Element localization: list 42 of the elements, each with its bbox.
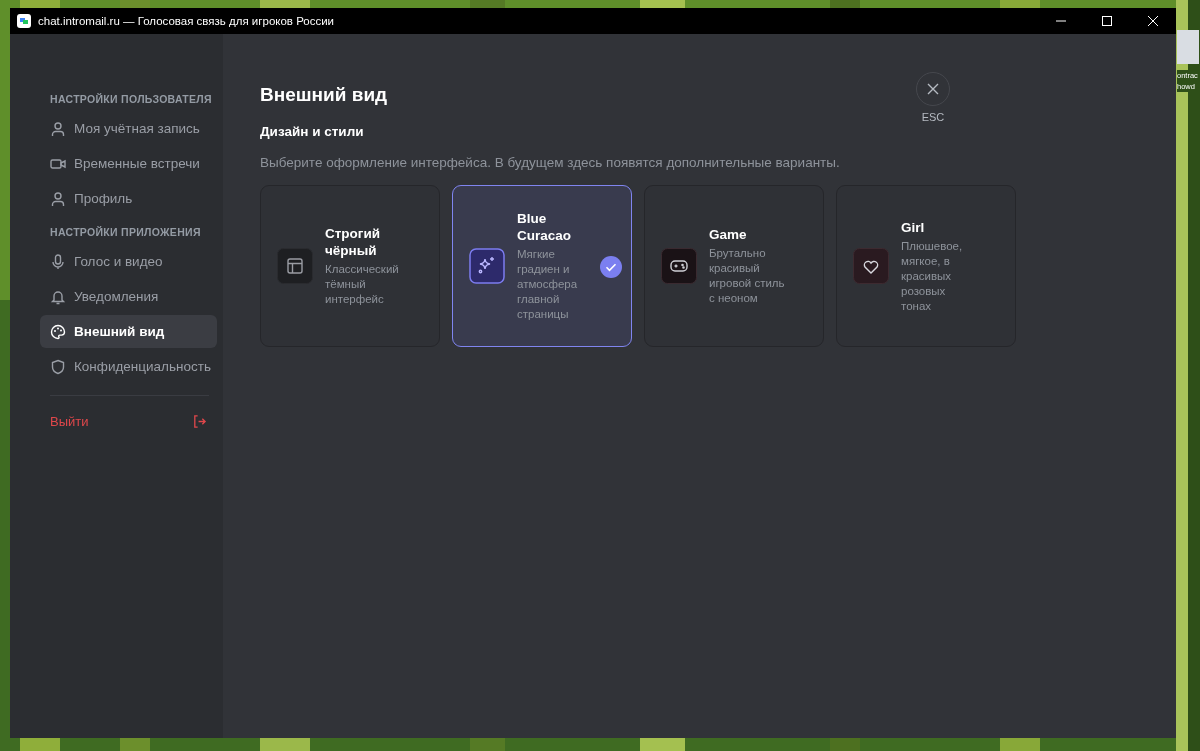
- user-icon: [50, 120, 66, 137]
- sidebar-item[interactable]: Конфиденциальность: [40, 350, 217, 383]
- theme-description: Плюшевое, мягкое, в красивых розовых тонах: [901, 238, 964, 314]
- close-icon: [927, 83, 939, 95]
- window-title: chat.intromail.ru — Голосовая связь для игроков России: [38, 15, 335, 27]
- sparkle-icon: [469, 248, 505, 284]
- section-description: Выберите оформление интерфейса. В будущем здесь появятся дополнительные варианты.: [260, 155, 841, 170]
- sidebar-item[interactable]: Профиль: [40, 182, 217, 215]
- theme-description: Мягкие градиен и атмосфера главной страницы: [517, 247, 579, 322]
- close-icon[interactable]: [1148, 16, 1158, 26]
- theme-name: Girl: [901, 218, 926, 236]
- app-logo-icon: [17, 14, 31, 28]
- sidebar-item[interactable]: Моя учётная запись: [40, 112, 217, 145]
- section-heading: НАСТРОЙКИ ПОЛЬЗОВАТЕЛЯ: [49, 92, 213, 107]
- layout-icon: [277, 248, 313, 284]
- theme-card[interactable]: Girl Плюшевое, мягкое, в красивых розовых тонах: [836, 185, 1016, 347]
- sidebar-item[interactable]: Голос и видео: [40, 245, 217, 278]
- page-title: Внешний вид: [260, 84, 389, 106]
- logout-icon: [192, 413, 207, 429]
- gamepad-icon: [661, 248, 697, 284]
- theme-description: Классический тёмный интерфейс: [325, 262, 400, 307]
- maximize-icon[interactable]: [1102, 16, 1112, 26]
- sidebar-item[interactable]: Внешний вид: [40, 315, 217, 348]
- bell-icon: [50, 288, 66, 305]
- theme-name: Game: [709, 226, 748, 243]
- sidebar-item[interactable]: Временные встречи: [40, 147, 217, 180]
- esc-hint: ESC: [921, 111, 945, 123]
- theme-name: Строгий чёрный: [325, 225, 382, 259]
- theme-card[interactable]: Blue Curacao Мягкие градиен и атмосфера главной страницы: [452, 185, 632, 347]
- theme-description: Брутально красивый игровой стиль с неоном: [709, 246, 785, 306]
- shield-icon: [50, 358, 66, 375]
- sidebar-item[interactable]: Уведомления: [40, 280, 217, 313]
- theme-card[interactable]: Game Брутально красивый игровой стиль с неоном: [644, 185, 824, 347]
- palette-icon: [50, 323, 66, 340]
- section-title: Дизайн и стили: [260, 124, 365, 139]
- logout-button[interactable]: Выйти: [40, 408, 217, 434]
- section-heading: НАСТРОЙКИ ПРИЛОЖЕНИЯ: [49, 225, 202, 240]
- checkmark-icon: [600, 256, 622, 278]
- user-icon: [50, 190, 66, 207]
- theme-name: Blue Curacao: [517, 210, 573, 244]
- microphone-icon: [50, 253, 66, 270]
- theme-card[interactable]: Строгий чёрный Классический тёмный интерфейс: [260, 185, 440, 347]
